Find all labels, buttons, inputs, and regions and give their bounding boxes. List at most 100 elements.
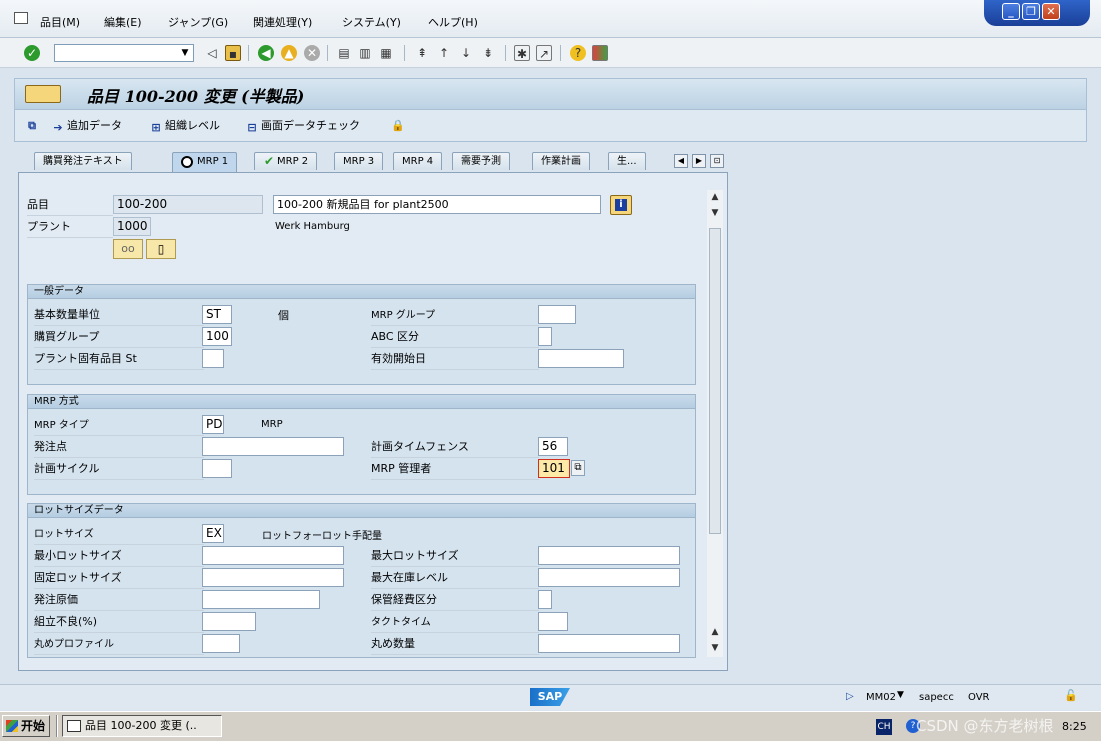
restore-button[interactable]: ❐ (1022, 3, 1040, 20)
base-uom-field[interactable]: ST (202, 305, 232, 324)
enter-icon[interactable]: ✓ (24, 45, 40, 61)
new-session-icon[interactable]: ✱ (514, 45, 530, 61)
plant-status-field[interactable] (202, 349, 224, 368)
max-lot-size-field[interactable] (538, 546, 680, 565)
base-uom-label: 基本数量単位 (34, 306, 204, 326)
previous-page-icon[interactable]: ↑ (436, 45, 452, 61)
start-button[interactable]: 开始 (2, 715, 50, 737)
cancel-icon[interactable]: ✕ (304, 45, 320, 61)
min-lot-size-field[interactable] (202, 546, 344, 565)
back-arrow-icon[interactable]: ◁ (204, 45, 220, 61)
command-field[interactable]: ▼ (54, 44, 194, 62)
reorder-point-field[interactable] (202, 437, 344, 456)
tab-scroll-left-icon[interactable]: ◀ (674, 154, 688, 168)
fixed-lot-size-field[interactable] (202, 568, 344, 587)
title-bar: 品目 100-200 変更 (半製品) (14, 78, 1087, 110)
close-button[interactable]: ✕ (1042, 3, 1060, 20)
plant-name: Werk Hamburg (275, 221, 350, 232)
scroll-down-icon[interactable]: ▼ (707, 643, 723, 657)
first-page-icon[interactable]: ⇞ (414, 45, 430, 61)
find-icon[interactable]: ▥ (357, 45, 373, 61)
menu-edit[interactable]: 編集(E) (104, 14, 142, 30)
lot-size-field[interactable]: EX (202, 524, 224, 543)
org-levels-button[interactable]: ⊞ 組織レベル (149, 117, 220, 135)
document-icon: ⧉ (28, 119, 36, 132)
start-label: 开始 (21, 719, 46, 733)
chevron-down-icon[interactable]: ▼ (897, 690, 904, 700)
menu-help[interactable]: ヘルプ(H) (428, 14, 478, 30)
back-icon[interactable]: ◀ (258, 45, 274, 61)
rounding-value-label: 丸め数量 (371, 635, 539, 655)
planning-fence-field[interactable]: 56 (538, 437, 568, 456)
menu-system[interactable]: システム(Y) (342, 14, 401, 30)
page-title: 品目 100-200 変更 (半製品) (87, 87, 305, 106)
new-document-button[interactable]: ▯ (146, 239, 176, 259)
material-description-field[interactable]: 100-200 新規品目 for plant2500 (273, 195, 601, 214)
page-up-icon[interactable]: ▼ (707, 208, 723, 222)
scrollbar-thumb[interactable] (709, 228, 721, 534)
display-change-icon[interactable] (25, 85, 61, 103)
tab-mrp3[interactable]: MRP 3 (334, 152, 384, 170)
lock-icon[interactable]: 🔓 (1064, 689, 1078, 703)
help-icon[interactable]: ? (570, 45, 586, 61)
menu-material[interactable]: 品目(M) (40, 14, 80, 30)
assembly-scrap-field[interactable] (202, 612, 256, 631)
planning-cycle-field[interactable] (202, 459, 232, 478)
valid-from-field[interactable] (538, 349, 624, 368)
max-stock-level-field[interactable] (538, 568, 680, 587)
mrp-type-field[interactable]: PD (202, 415, 224, 434)
save-icon[interactable]: ▪ (225, 45, 241, 61)
planning-fence-label: 計画タイムフェンス (371, 438, 539, 458)
scroll-up-icon[interactable]: ▲ (707, 192, 723, 206)
tab-list-icon[interactable]: ⊡ (710, 154, 724, 168)
ordering-cost-field[interactable] (202, 590, 320, 609)
next-page-icon[interactable]: ↓ (458, 45, 474, 61)
vertical-scrollbar[interactable]: ▲ ▼ ▲ ▼ (707, 190, 723, 657)
exit-icon[interactable]: ▲ (281, 45, 297, 61)
find-next-icon[interactable]: ▦ (378, 45, 394, 61)
tab-scroll-right-icon[interactable]: ▶ (692, 154, 706, 168)
tab-more[interactable]: 生... (608, 152, 646, 170)
add-data-button[interactable]: ⧉ (25, 117, 41, 133)
tab-mrp4[interactable]: MRP 4 (393, 152, 443, 170)
storage-cost-label: 保管経費区分 (371, 591, 539, 611)
status-expand-icon[interactable]: ▷ (846, 691, 854, 702)
glasses-button[interactable]: oo (113, 239, 143, 259)
toolbar-separator (248, 45, 249, 61)
application-toolbar: ⧉ ➔ 追加データ ⊞ 組織レベル ⊟ 画面データチェック 🔒 (14, 110, 1087, 142)
mrp-controller-field[interactable]: 101 (538, 459, 570, 478)
purchasing-group-field[interactable]: 100 (202, 327, 232, 346)
tab-purchase-text[interactable]: 購買発注テキスト (34, 152, 132, 170)
tab-forecast[interactable]: 需要予測 (452, 152, 510, 170)
page-down-icon[interactable]: ▲ (707, 627, 723, 641)
chevron-down-icon[interactable]: ▼ (177, 45, 193, 61)
last-page-icon[interactable]: ⇟ (480, 45, 496, 61)
print-icon[interactable]: ▤ (336, 45, 352, 61)
menu-bar: 品目(M) 編集(E) ジャンプ(G) 関連処理(Y) システム(Y) ヘルプ(… (0, 0, 1101, 38)
shortcut-icon[interactable]: ↗ (536, 45, 552, 61)
takt-time-field[interactable] (538, 612, 568, 631)
planning-cycle-label: 計画サイクル (34, 460, 204, 480)
fixed-lot-size-label: 固定ロットサイズ (34, 569, 204, 589)
layout-menu-icon[interactable] (592, 45, 608, 61)
minimize-button[interactable]: _ (1002, 3, 1020, 20)
value-help-icon[interactable]: ⧉ (571, 460, 585, 476)
taskbar-task-sap[interactable]: 品目 100-200 変更 (.. (62, 715, 222, 737)
tab-mrp2-label: MRP 2 (277, 156, 309, 167)
menu-goto[interactable]: ジャンプ(G) (168, 14, 228, 30)
lock-button[interactable]: 🔒 (391, 117, 407, 133)
language-indicator[interactable]: CH (876, 719, 892, 735)
tab-work-scheduling[interactable]: 作業計画 (532, 152, 590, 170)
info-button[interactable]: i (610, 195, 632, 215)
menu-extras[interactable]: 関連処理(Y) (253, 14, 312, 30)
windows-logo-icon (6, 720, 18, 732)
system-menu-icon[interactable] (14, 12, 28, 24)
storage-cost-field[interactable] (538, 590, 552, 609)
additional-data-label: 追加データ (67, 119, 122, 132)
check-screen-data-button[interactable]: ⊟ 画面データチェック (245, 117, 360, 135)
abc-indicator-field[interactable] (538, 327, 552, 346)
mrp-group-field[interactable] (538, 305, 576, 324)
rounding-value-field[interactable] (538, 634, 680, 653)
additional-data-button[interactable]: ➔ 追加データ (51, 117, 122, 135)
rounding-profile-field[interactable] (202, 634, 240, 653)
